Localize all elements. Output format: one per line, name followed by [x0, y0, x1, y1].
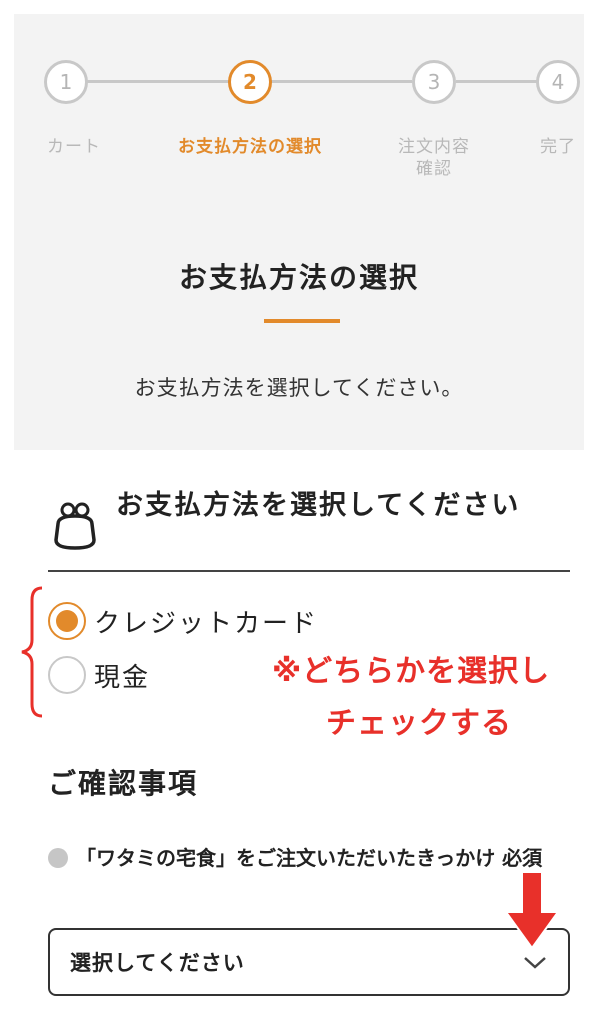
step-connector: [270, 80, 412, 83]
checkout-header-panel: 1 2 3 4 カート お支払方法の選択 注文内容 確認 完了 お支払方法の選択…: [14, 14, 584, 450]
select-value: 選択してください: [70, 951, 245, 975]
step-1-circle: 1: [44, 60, 88, 104]
step-4-label: 完了: [540, 137, 576, 157]
cash-radio[interactable]: [48, 656, 86, 694]
step-connector: [84, 80, 232, 83]
chevron-down-icon[interactable]: [522, 952, 548, 972]
step-connector: [456, 80, 538, 83]
page-title: お支払方法の選択: [178, 261, 419, 294]
step-4-circle: 4: [536, 60, 580, 104]
cash-label: 現金: [94, 662, 151, 693]
payment-option-credit-card[interactable]: クレジットカード: [48, 602, 318, 640]
motivation-select[interactable]: 選択してください: [48, 928, 570, 996]
confirmation-heading: ご確認事項: [48, 767, 199, 800]
title-underline: [264, 319, 340, 323]
credit-card-radio[interactable]: [48, 602, 86, 640]
selection-bracket: [21, 586, 43, 718]
payment-section-heading: お支払方法を選択してください: [116, 490, 521, 521]
checkout-stepper: 1 2 3 4 カート お支払方法の選択 注文内容 確認 完了: [14, 14, 584, 194]
arrow-down-icon: [504, 871, 560, 950]
annotation-line-1: ※どちらかを選択し: [272, 654, 551, 689]
step-3-label: 注文内容 確認: [398, 137, 470, 179]
page-subtitle: お支払方法を選択してください。: [134, 376, 464, 400]
credit-card-label: クレジットカード: [94, 608, 319, 639]
step-2-label: お支払方法の選択: [178, 137, 322, 157]
purse-icon: [54, 502, 96, 550]
step-1-label: カート: [47, 137, 101, 157]
annotation-line-2: チェックする: [326, 706, 512, 741]
step-3-circle: 3: [412, 60, 456, 104]
step-2-circle: 2: [228, 60, 272, 104]
payment-option-cash[interactable]: 現金: [48, 656, 150, 694]
section-divider: [48, 570, 570, 572]
